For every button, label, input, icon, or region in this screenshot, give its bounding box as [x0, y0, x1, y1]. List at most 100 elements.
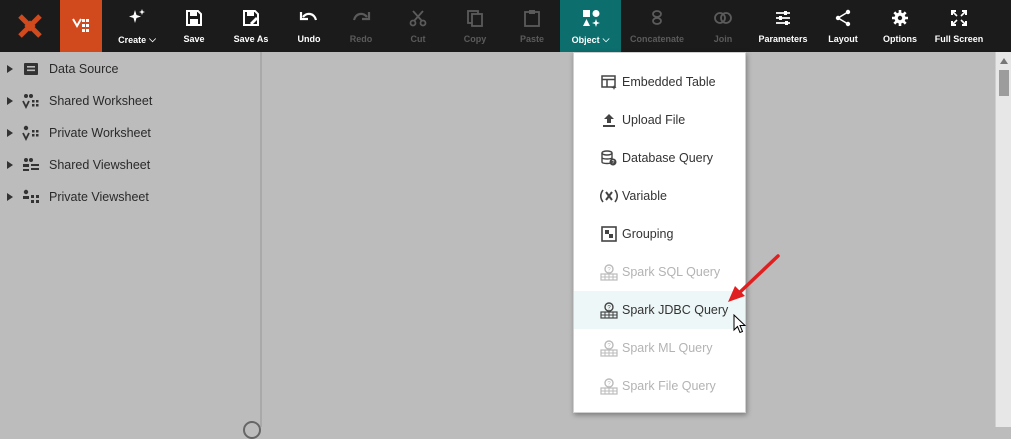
- svg-text:?: ?: [612, 160, 615, 166]
- copy-label: Copy: [463, 34, 487, 44]
- save-as-button[interactable]: Save As: [216, 0, 286, 52]
- join-label: Join: [713, 34, 733, 44]
- worksheet-mode-icon: [72, 18, 89, 32]
- object-menu-button[interactable]: Object ⌵: [560, 0, 621, 52]
- menu-item-spark-file-query[interactable]: ? Spark File Query: [574, 367, 745, 405]
- menu-item-database-query[interactable]: ? Database Query: [574, 139, 745, 177]
- undo-button[interactable]: Undo: [286, 0, 332, 52]
- menu-item-spark-ml-query[interactable]: ? Spark ML Query: [574, 329, 745, 367]
- scroll-thumb[interactable]: [999, 70, 1009, 96]
- caret-right-icon[interactable]: [0, 161, 20, 169]
- cut-icon: [409, 10, 427, 27]
- save-as-icon: [243, 10, 259, 26]
- copy-icon: [467, 10, 483, 27]
- menu-item-grouping[interactable]: Grouping: [574, 215, 745, 253]
- tree-item-shared-worksheet[interactable]: Shared Worksheet: [0, 85, 262, 117]
- undo-icon: [299, 12, 318, 21]
- menu-item-label: Spark SQL Query: [622, 265, 721, 279]
- layout-label: Layout: [828, 34, 858, 44]
- app-logo-icon: [18, 14, 42, 38]
- chevron-down-icon: ⌵: [602, 34, 610, 44]
- undo-label: Undo: [297, 34, 321, 44]
- sparkle-icon: [129, 9, 145, 23]
- worksheet-mode-button[interactable]: [60, 0, 102, 52]
- caret-right-icon[interactable]: [0, 65, 20, 73]
- menu-item-label: Grouping: [622, 227, 674, 241]
- private-worksheet-icon: [20, 125, 42, 141]
- concatenate-label: Concatenate: [629, 34, 684, 44]
- layout-icon: [835, 9, 851, 27]
- private-viewsheet-icon: [20, 189, 42, 205]
- cut-label: Cut: [410, 34, 426, 44]
- redo-button[interactable]: Redo: [332, 0, 390, 52]
- shared-viewsheet-icon: [20, 157, 42, 173]
- options-label: Options: [883, 34, 917, 44]
- menu-item-label: Spark File Query: [622, 379, 716, 393]
- spark-query-icon: ?: [600, 263, 618, 281]
- sliders-icon: [776, 11, 790, 25]
- menu-item-label: Upload File: [622, 113, 686, 127]
- grouping-icon: [600, 225, 618, 243]
- menu-item-label: Database Query: [622, 151, 714, 165]
- red-pointer-arrow-icon: [728, 254, 780, 302]
- paste-label: Paste: [519, 34, 545, 44]
- save-button[interactable]: Save: [172, 0, 216, 52]
- redo-label: Redo: [349, 34, 373, 44]
- spark-query-icon: ?: [600, 377, 618, 395]
- scroll-up-arrow-icon[interactable]: [1000, 58, 1008, 64]
- create-label: Create: [118, 34, 147, 45]
- spark-query-icon: ?: [600, 339, 618, 357]
- full-screen-button[interactable]: Full Screen: [927, 0, 991, 52]
- tree-item-private-worksheet[interactable]: Private Worksheet: [0, 117, 262, 149]
- tree-item-label: Shared Viewsheet: [49, 158, 151, 172]
- data-source-icon: [20, 62, 42, 76]
- variable-icon: [600, 187, 618, 205]
- tree-item-data-source[interactable]: Data Source: [0, 53, 262, 85]
- parameters-label: Parameters: [758, 34, 808, 44]
- caret-right-icon[interactable]: [0, 193, 20, 201]
- object-shapes-icon: [582, 10, 600, 27]
- save-icon: [186, 10, 202, 26]
- save-label: Save: [183, 34, 205, 44]
- chevron-down-icon: ⌵: [149, 34, 156, 44]
- layout-button[interactable]: Layout: [813, 0, 873, 52]
- save-as-label: Save As: [233, 34, 269, 44]
- join-button[interactable]: Join: [693, 0, 753, 52]
- menu-item-label: Variable: [622, 189, 667, 203]
- concatenate-icon: [652, 10, 662, 25]
- menu-item-label: Spark JDBC Query: [622, 303, 729, 317]
- repository-tree-pane: Data Source Shared Worksheet Private Wor…: [0, 52, 262, 427]
- database-query-icon: ?: [600, 149, 618, 167]
- circle-icon: [243, 421, 261, 439]
- upload-icon: [600, 111, 618, 129]
- options-button[interactable]: Options: [873, 0, 927, 52]
- tree-item-private-viewsheet[interactable]: Private Viewsheet: [0, 181, 262, 213]
- concatenate-button[interactable]: Concatenate: [621, 0, 693, 52]
- tree-item-label: Data Source: [49, 62, 119, 76]
- menu-item-spark-sql-query[interactable]: ? Spark SQL Query: [574, 253, 745, 291]
- fullscreen-icon: [951, 10, 967, 26]
- tree-item-label: Shared Worksheet: [49, 94, 153, 108]
- vertical-scrollbar[interactable]: [995, 52, 1011, 427]
- main-toolbar: Create ⌵ Save Save As Undo Redo Cut Copy …: [0, 0, 1011, 52]
- paste-icon: [524, 10, 540, 27]
- create-button[interactable]: Create ⌵: [102, 0, 172, 52]
- app-logo[interactable]: [0, 0, 60, 52]
- menu-item-label: Embedded Table: [622, 75, 716, 89]
- full-screen-label: Full Screen: [934, 34, 984, 44]
- mouse-cursor-icon: [733, 314, 747, 334]
- parameters-button[interactable]: Parameters: [753, 0, 813, 52]
- cut-button[interactable]: Cut: [390, 0, 446, 52]
- gear-icon: [892, 10, 908, 26]
- caret-right-icon[interactable]: [0, 97, 20, 105]
- paste-button[interactable]: Paste: [504, 0, 560, 52]
- tree-item-shared-viewsheet[interactable]: Shared Viewsheet: [0, 149, 262, 181]
- menu-item-spark-jdbc-query[interactable]: ? Spark JDBC Query: [574, 291, 745, 329]
- menu-item-variable[interactable]: Variable: [574, 177, 745, 215]
- menu-item-label: Spark ML Query: [622, 341, 713, 355]
- copy-button[interactable]: Copy: [446, 0, 504, 52]
- caret-right-icon[interactable]: [0, 129, 20, 137]
- menu-item-embedded-table[interactable]: Embedded Table: [574, 63, 745, 101]
- spark-query-icon: ?: [600, 301, 618, 319]
- menu-item-upload-file[interactable]: Upload File: [574, 101, 745, 139]
